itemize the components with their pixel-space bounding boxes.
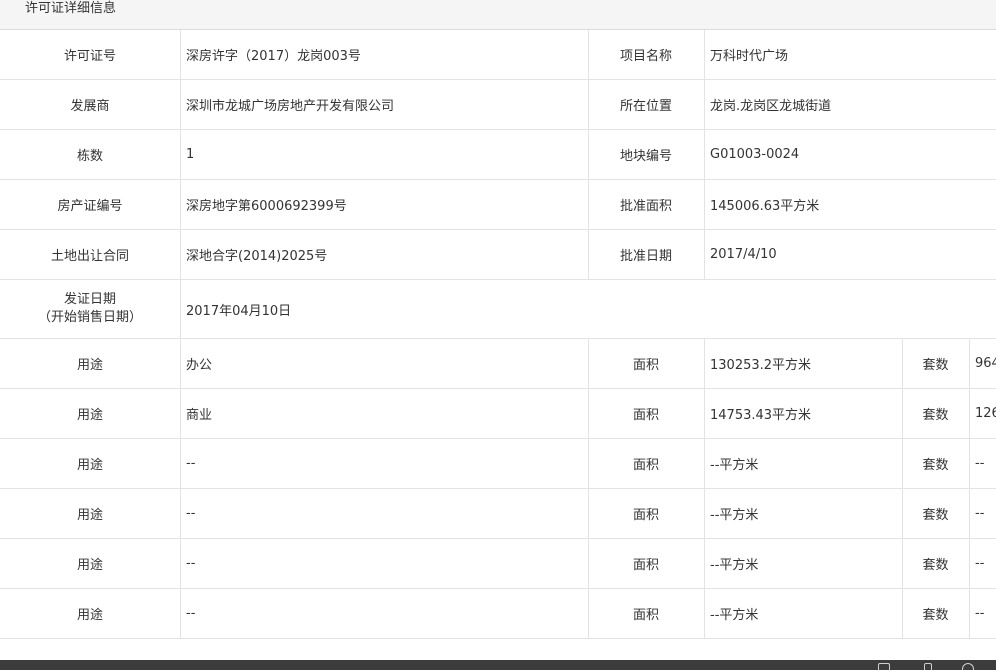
label-unit-count: 套数 (922, 358, 949, 373)
label-issue-date-line2: （开始销售日期） (37, 310, 142, 325)
value-usage: -- (186, 606, 196, 621)
label-unit-count: 套数 (922, 458, 949, 473)
value-area: --平方米 (710, 558, 759, 573)
label-unit-count: 套数 (922, 608, 949, 623)
column-divider (902, 339, 903, 639)
value-usage: 办公 (186, 358, 213, 373)
value-unit-count: 126 (975, 406, 996, 421)
usage-row: 用途 -- 面积 --平方米 套数 -- (0, 539, 996, 589)
usage-row: 用途 -- 面积 --平方米 套数 -- (0, 489, 996, 539)
info-row-developer: 发展商 深圳市龙城广场房地产开发有限公司 所在位置 龙岗.龙岗区龙城街道 (0, 80, 996, 130)
label-location: 所在位置 (619, 99, 672, 114)
column-divider (704, 339, 705, 639)
info-row-buildings: 栋数 1 地块编号 G01003-0024 (0, 130, 996, 180)
column-divider (704, 30, 705, 280)
value-usage: 商业 (186, 408, 213, 423)
value-issue-date: 2017年04月10日 (186, 303, 292, 319)
value-area: 130253.2平方米 (710, 358, 812, 373)
value-usage: -- (186, 506, 196, 521)
value-building-count: 1 (186, 147, 195, 162)
info-row-issue-date: 发证日期 （开始销售日期） 2017年04月10日 (0, 280, 996, 339)
label-usage: 用途 (76, 608, 103, 623)
label-area: 面积 (632, 408, 659, 423)
label-approval-date: 批准日期 (619, 249, 672, 264)
value-deed-no: 深房地字第6000692399号 (186, 199, 347, 214)
section-title: 许可证详细信息 (25, 1, 117, 16)
label-issue-date-line1: 发证日期 (63, 292, 116, 307)
label-area: 面积 (632, 558, 659, 573)
label-unit-count: 套数 (922, 508, 949, 523)
value-license-no: 深房许字（2017）龙岗003号 (186, 49, 361, 64)
value-project-name: 万科时代广场 (710, 49, 789, 64)
label-project-name: 项目名称 (619, 49, 672, 64)
toolbar-box-icon[interactable] (878, 663, 890, 670)
usage-row: 用途 办公 面积 130253.2平方米 套数 964 (0, 339, 996, 389)
column-divider (969, 339, 970, 639)
label-area: 面积 (632, 458, 659, 473)
value-usage: -- (186, 456, 196, 471)
column-divider (588, 339, 589, 639)
value-area: --平方米 (710, 458, 759, 473)
usage-row: 用途 商业 面积 14753.43平方米 套数 126 (0, 389, 996, 439)
label-area: 面积 (632, 508, 659, 523)
label-building-count: 栋数 (76, 149, 103, 164)
value-area: --平方米 (710, 608, 759, 623)
value-unit-count: -- (975, 556, 985, 571)
bottom-toolbar (0, 660, 996, 670)
value-area: 14753.43平方米 (710, 408, 812, 423)
section-header: 许可证详细信息 (0, 0, 996, 30)
label-approved-area: 批准面积 (619, 199, 672, 214)
value-unit-count: -- (975, 606, 985, 621)
label-parcel-no: 地块编号 (619, 149, 672, 164)
value-unit-count: -- (975, 456, 985, 471)
label-unit-count: 套数 (922, 408, 949, 423)
toolbar-pen-icon[interactable] (924, 663, 932, 670)
info-row-deed: 房产证编号 深房地字第6000692399号 批准面积 145006.63平方米 (0, 180, 996, 230)
info-row-land-contract: 土地出让合同 深地合字(2014)2025号 批准日期 2017/4/10 (0, 230, 996, 280)
label-developer: 发展商 (70, 99, 110, 114)
value-unit-count: -- (975, 506, 985, 521)
label-area: 面积 (632, 608, 659, 623)
value-unit-count: 964 (975, 356, 996, 371)
value-usage: -- (186, 556, 196, 571)
usage-row: 用途 -- 面积 --平方米 套数 -- (0, 439, 996, 489)
usage-row: 用途 -- 面积 --平方米 套数 -- (0, 589, 996, 639)
value-area: --平方米 (710, 508, 759, 523)
value-approval-date: 2017/4/10 (710, 247, 777, 262)
column-divider (588, 30, 589, 280)
label-area: 面积 (632, 358, 659, 373)
label-usage: 用途 (76, 508, 103, 523)
column-divider (180, 30, 181, 639)
label-usage: 用途 (76, 408, 103, 423)
value-land-contract: 深地合字(2014)2025号 (186, 249, 328, 264)
label-usage: 用途 (76, 458, 103, 473)
label-issue-date: 发证日期 （开始销售日期） (0, 280, 180, 338)
value-developer: 深圳市龙城广场房地产开发有限公司 (186, 99, 395, 114)
value-location: 龙岗.龙岗区龙城街道 (710, 99, 832, 114)
info-row-license: 许可证号 深房许字（2017）龙岗003号 项目名称 万科时代广场 (0, 30, 996, 80)
value-parcel-no: G01003-0024 (710, 147, 800, 162)
label-deed-no: 房产证编号 (57, 199, 123, 214)
label-license-no: 许可证号 (63, 49, 116, 64)
value-approved-area: 145006.63平方米 (710, 199, 820, 214)
label-unit-count: 套数 (922, 558, 949, 573)
toolbar-circle-icon[interactable] (962, 663, 974, 670)
label-land-contract: 土地出让合同 (50, 249, 129, 264)
label-usage: 用途 (76, 558, 103, 573)
label-usage: 用途 (76, 358, 103, 373)
